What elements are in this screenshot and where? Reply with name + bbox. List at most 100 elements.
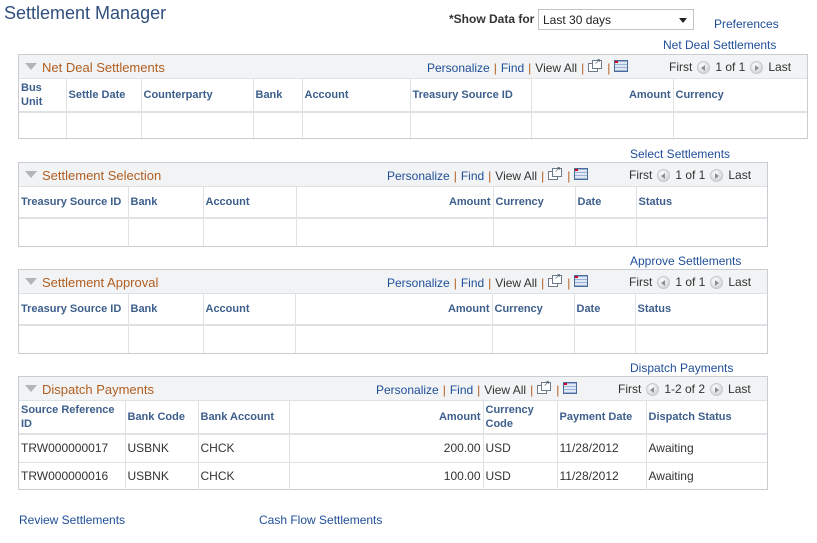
grid-tools: Personalize | Find | View All | |	[376, 379, 578, 397]
last-label: Last	[768, 60, 792, 74]
column-header[interactable]: Dispatch Status	[646, 401, 767, 435]
net-deal-table: Bus Unit Settle Date Counterparty Bank A…	[19, 79, 807, 140]
next-arrow-icon[interactable]	[710, 382, 724, 396]
next-arrow-icon[interactable]	[710, 275, 724, 289]
settlement-approval-grid: Settlement Approval Personalize | Find |…	[18, 269, 768, 354]
grid-header: Settlement Approval Personalize | Find |…	[19, 270, 767, 294]
find-link[interactable]: Find	[461, 169, 484, 183]
zoom-grid-icon[interactable]	[548, 165, 563, 180]
column-header[interactable]: Source Reference ID	[19, 401, 126, 435]
net-deal-settlements-grid: Net Deal Settlements Personalize | Find …	[18, 54, 808, 140]
column-header[interactable]: Amount	[289, 401, 484, 435]
column-header[interactable]: Account	[203, 187, 297, 219]
personalize-link[interactable]: Personalize	[387, 276, 450, 290]
personalize-link[interactable]: Personalize	[427, 61, 490, 75]
column-header[interactable]: Bank Account	[198, 401, 290, 435]
column-header[interactable]: Currency	[493, 187, 576, 219]
page-title: Settlement Manager	[4, 3, 167, 23]
column-header[interactable]: Bank	[128, 187, 204, 219]
grid-navigation: First 1 of 1 Last	[629, 275, 751, 289]
row-range: 1 of 1	[675, 275, 706, 289]
previous-arrow-icon[interactable]	[657, 168, 671, 182]
view-all-link[interactable]: View All	[495, 276, 537, 290]
separator: |	[453, 276, 457, 290]
column-header[interactable]: Status	[635, 294, 767, 326]
preferences-link[interactable]: Preferences	[714, 17, 779, 31]
column-header[interactable]: Date	[575, 187, 637, 219]
column-header[interactable]: Bus Unit	[19, 79, 67, 113]
review-settlements-link[interactable]: Review Settlements	[19, 513, 125, 527]
collapse-triangle-icon[interactable]	[25, 385, 37, 392]
next-arrow-icon[interactable]	[710, 168, 724, 182]
collapse-triangle-icon[interactable]	[25, 171, 37, 178]
dispatch-status: Awaiting	[648, 469, 694, 484]
view-all-link[interactable]: View All	[495, 169, 537, 183]
separator: |	[530, 383, 534, 397]
download-spreadsheet-icon[interactable]	[563, 382, 578, 394]
payment-date: 11/28/2012	[557, 434, 647, 463]
last-label: Last	[728, 168, 752, 182]
view-all-link[interactable]: View All	[484, 383, 526, 397]
column-header[interactable]: Currency Code	[483, 401, 558, 435]
previous-arrow-icon[interactable]	[697, 60, 711, 74]
view-all-link[interactable]: View All	[535, 61, 577, 75]
separator: |	[442, 383, 446, 397]
dispatch-payments-grid: Dispatch Payments Personalize | Find | V…	[18, 376, 768, 490]
column-header[interactable]: Amount	[296, 187, 494, 219]
table-row	[19, 112, 807, 140]
select-settlements-link[interactable]: Select Settlements	[630, 147, 730, 161]
payment-date: 11/28/2012	[557, 462, 647, 490]
column-header[interactable]: Bank Code	[125, 401, 199, 435]
net-deal-settlements-link[interactable]: Net Deal Settlements	[663, 38, 776, 52]
collapse-triangle-icon[interactable]	[25, 63, 37, 70]
column-header[interactable]: Treasury Source ID	[410, 79, 532, 113]
grid-header: Net Deal Settlements Personalize | Find …	[19, 55, 807, 79]
show-data-select[interactable]: Last 30 days	[538, 9, 694, 30]
download-spreadsheet-icon[interactable]	[614, 60, 629, 72]
download-spreadsheet-icon[interactable]	[574, 168, 589, 180]
first-label: First	[629, 168, 653, 182]
grid-title: Net Deal Settlements	[42, 60, 165, 75]
column-header[interactable]: Amount	[295, 294, 493, 326]
column-header[interactable]: Bank	[128, 294, 204, 326]
column-header[interactable]: Currency	[673, 79, 807, 113]
personalize-link[interactable]: Personalize	[376, 383, 439, 397]
separator: |	[453, 169, 457, 183]
column-header[interactable]: Status	[636, 187, 767, 219]
column-header[interactable]: Counterparty	[141, 79, 254, 113]
column-header[interactable]: Date	[574, 294, 636, 326]
personalize-link[interactable]: Personalize	[387, 169, 450, 183]
find-link[interactable]: Find	[461, 276, 484, 290]
zoom-grid-icon[interactable]	[537, 379, 552, 394]
column-header[interactable]: Account	[203, 294, 296, 326]
dispatch-payments-link[interactable]: Dispatch Payments	[630, 361, 733, 375]
column-header[interactable]: Bank	[253, 79, 303, 113]
column-header[interactable]: Treasury Source ID	[19, 294, 129, 326]
column-header[interactable]: Payment Date	[557, 401, 647, 435]
column-header[interactable]: Amount	[531, 79, 674, 113]
previous-arrow-icon[interactable]	[646, 382, 660, 396]
find-link[interactable]: Find	[501, 61, 524, 75]
approve-settlements-link[interactable]: Approve Settlements	[630, 254, 741, 268]
download-spreadsheet-icon[interactable]	[574, 275, 589, 287]
currency-code: USD	[483, 462, 558, 490]
zoom-grid-icon[interactable]	[548, 272, 563, 287]
column-header[interactable]: Treasury Source ID	[19, 187, 129, 219]
column-header[interactable]: Currency	[492, 294, 575, 326]
next-arrow-icon[interactable]	[750, 60, 764, 74]
grid-title: Settlement Approval	[42, 275, 159, 290]
collapse-triangle-icon[interactable]	[25, 278, 37, 285]
cash-flow-settlements-link[interactable]: Cash Flow Settlements	[259, 513, 382, 527]
grid-tools: Personalize | Find | View All | |	[427, 57, 629, 75]
grid-header: Settlement Selection Personalize | Find …	[19, 163, 767, 187]
column-header[interactable]: Account	[302, 79, 411, 113]
separator: |	[477, 383, 481, 397]
bank-code: USBNK	[125, 434, 199, 463]
previous-arrow-icon[interactable]	[657, 275, 671, 289]
zoom-grid-icon[interactable]	[588, 57, 603, 72]
dispatch-status: Awaiting	[646, 434, 767, 463]
separator: |	[567, 276, 571, 290]
first-label: First	[618, 382, 642, 396]
column-header[interactable]: Settle Date	[66, 79, 142, 113]
find-link[interactable]: Find	[450, 383, 473, 397]
